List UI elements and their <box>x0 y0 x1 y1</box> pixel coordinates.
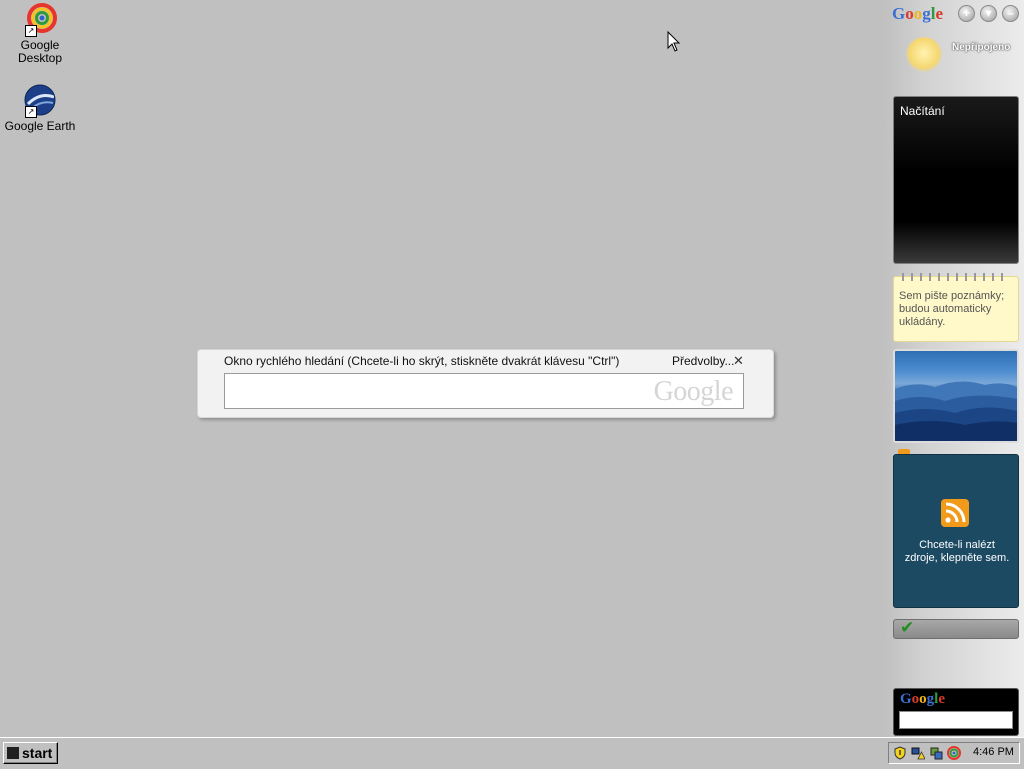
add-gadget-button[interactable]: + <box>958 5 975 22</box>
gadget-photos[interactable] <box>893 349 1019 443</box>
loading-text: Načítání <box>900 104 945 118</box>
close-icon[interactable]: ✕ <box>733 353 744 369</box>
preferences-link[interactable]: Předvolby... <box>672 354 734 368</box>
desktop-icon-google-desktop[interactable]: ↗ Google Desktop <box>0 3 80 65</box>
connection-status[interactable]: Nepřipojeno <box>952 42 1010 53</box>
tray-app-icon[interactable] <box>929 746 943 760</box>
sidebar-search-input[interactable] <box>899 711 1013 729</box>
desktop-icon-google-earth[interactable]: ↗ Google Earth <box>0 84 80 133</box>
shortcut-arrow-icon: ↗ <box>25 25 37 37</box>
gadget-loading[interactable]: Načítání <box>893 96 1019 264</box>
gadget-search: Google <box>893 688 1019 736</box>
google-desktop-sidebar: Google + ▾ – Nepřipojeno Načítání Sem pi… <box>884 0 1024 740</box>
desktop-icon-label: Google Earth <box>4 119 76 133</box>
start-button[interactable]: start <box>3 742 58 764</box>
quick-search-title: Okno rychlého hledání (Chcete-li ho skrý… <box>224 354 620 368</box>
shield-icon[interactable] <box>893 746 907 760</box>
quick-search-field[interactable]: Google <box>224 373 744 409</box>
system-tray: 4:46 PM <box>888 742 1020 764</box>
sidebar-menu-button[interactable]: ▾ <box>980 5 997 22</box>
status-indicator-icon <box>906 37 942 73</box>
desktop-icon-label: Google Desktop <box>17 38 63 65</box>
gadget-news-feeds[interactable]: Chcete-li nalézt zdroje, klepněte sem. <box>893 454 1019 608</box>
clock[interactable]: 4:46 PM <box>973 746 1014 758</box>
network-warning-icon[interactable] <box>911 746 925 760</box>
windows-flag-icon <box>7 747 19 759</box>
mouse-cursor-icon <box>667 31 681 52</box>
gadget-todo[interactable]: ✔ <box>893 618 1019 639</box>
minimize-sidebar-button[interactable]: – <box>1002 5 1019 22</box>
search-gadget-logo: Google <box>900 691 946 707</box>
start-label: start <box>22 745 53 761</box>
taskbar: start 4:46 PM <box>0 737 1024 769</box>
google-earth-icon: ↗ <box>23 84 57 118</box>
checkmark-icon: ✔ <box>900 618 915 637</box>
google-watermark: Google <box>653 376 734 407</box>
quick-search-window: Okno rychlého hledání (Chcete-li ho skrý… <box>197 349 774 418</box>
rss-icon <box>941 499 969 527</box>
quick-search-input[interactable] <box>231 374 655 408</box>
gadget-scratch-pad[interactable]: Sem pište poznámky; budou automaticky uk… <box>893 273 1019 342</box>
shortcut-arrow-icon: ↗ <box>25 106 37 118</box>
google-desktop-tray-icon[interactable] <box>947 746 961 760</box>
sidebar-logo[interactable]: Google <box>892 4 943 24</box>
google-desktop-icon: ↗ <box>23 3 57 37</box>
notepad-rings <box>902 273 1010 281</box>
rss-hint-text: Chcete-li nalézt zdroje, klepněte sem. <box>904 539 1010 564</box>
notes-placeholder: Sem pište poznámky; budou automaticky uk… <box>899 290 1005 328</box>
mountain-photo <box>895 381 1017 441</box>
